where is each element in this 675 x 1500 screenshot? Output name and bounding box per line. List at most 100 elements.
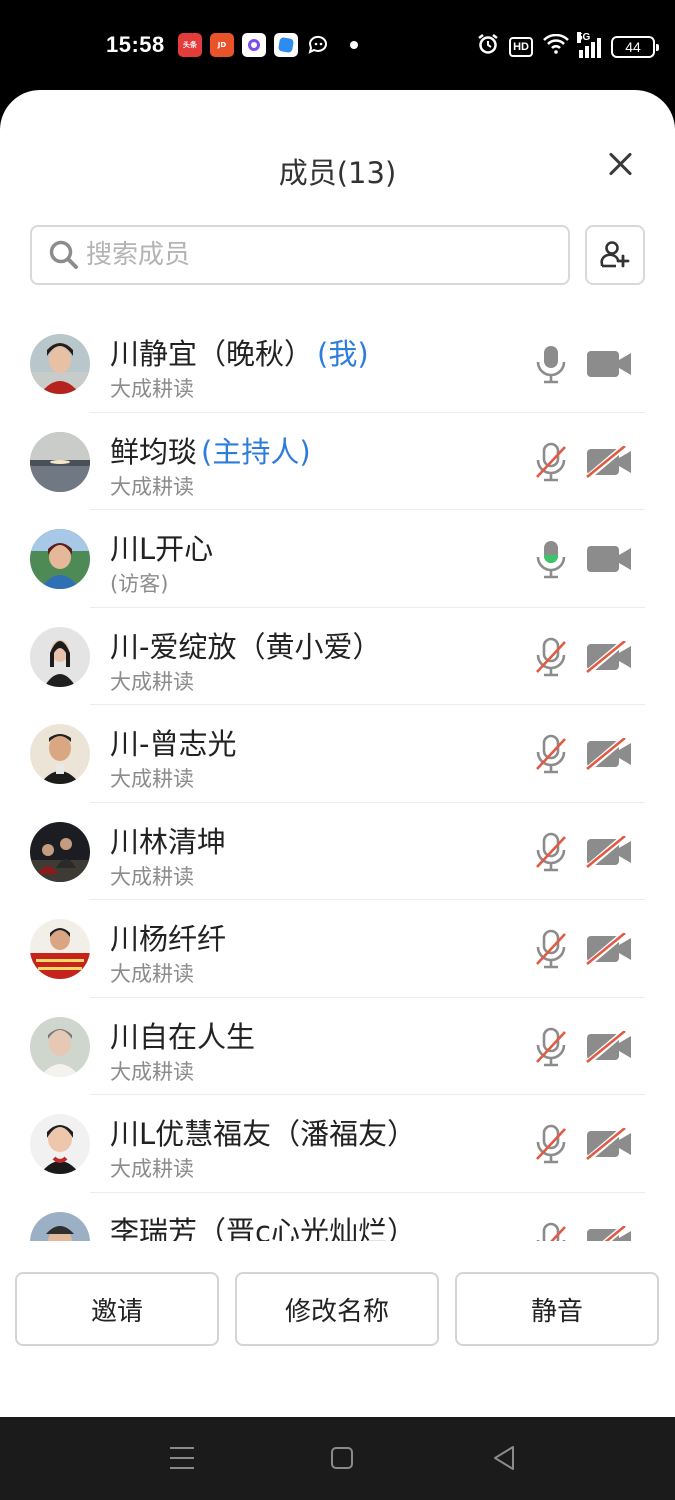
mic-on-icon[interactable] [533, 343, 569, 385]
avatar[interactable] [30, 529, 90, 589]
avatar[interactable] [30, 1016, 90, 1077]
member-name: 川-曾志光 [110, 721, 236, 763]
member-name-text: 川自在人生 [110, 1019, 256, 1054]
action-bar: 邀请 修改名称 静音 [0, 1260, 675, 1350]
member-name-text: 李瑞芳（晋c心光灿烂） [110, 1214, 416, 1242]
camera-off-icon[interactable] [585, 640, 633, 673]
search-input[interactable] [86, 233, 556, 277]
mic-off-icon[interactable] [533, 1026, 569, 1068]
camera-off-icon[interactable] [585, 1128, 633, 1160]
camera-on-icon[interactable] [585, 348, 633, 380]
camera-off-icon[interactable] [585, 445, 633, 478]
wifi-icon [543, 33, 569, 59]
5g-signal-icon: 5G [577, 31, 601, 58]
toutiao-icon: 头条 [178, 33, 202, 57]
member-org: (访客) [110, 572, 169, 596]
member-row[interactable]: 川林清坤 大成耕读 [0, 803, 675, 900]
member-name-text: 川L优慧福友（潘福友） [110, 1117, 417, 1151]
home-icon[interactable] [331, 1447, 353, 1469]
search-box[interactable] [30, 225, 570, 285]
chat-icon [306, 33, 332, 57]
member-row[interactable]: 川L优慧福友（潘福友） 大成耕读 [0, 1095, 675, 1193]
purple-app-icon [242, 33, 266, 57]
member-row[interactable]: 川自在人生 大成耕读 [0, 998, 675, 1095]
alarm-icon [477, 33, 499, 60]
member-name: 川林清坤 [110, 819, 226, 861]
mic-off-icon[interactable] [533, 1221, 569, 1242]
member-name: 川静宜（晚秋） (我) [110, 331, 369, 373]
camera-off-icon[interactable] [585, 835, 633, 868]
mic-off-icon[interactable] [533, 733, 569, 775]
member-row[interactable]: 川静宜（晚秋） (我) 大成耕读 [0, 315, 675, 413]
member-list: 川静宜（晚秋） (我) 大成耕读 鲜均琰 (主持人) 大成耕读 川L开心 (访客) … [0, 315, 675, 1241]
rename-button[interactable]: 修改名称 [235, 1272, 439, 1346]
member-row[interactable]: 李瑞芳（晋c心光灿烂） [0, 1193, 675, 1242]
recent-apps-icon[interactable] [170, 1447, 194, 1469]
battery-icon: 44 [611, 35, 659, 58]
member-org: 大成耕读 [110, 1059, 194, 1084]
avatar[interactable] [30, 1211, 90, 1242]
mute-all-button[interactable]: 静音 [455, 1272, 659, 1346]
more-notifications-dot [350, 41, 358, 49]
avatar[interactable] [30, 626, 90, 687]
hd-icon: HD [509, 36, 533, 57]
invite-button[interactable]: 邀请 [15, 1272, 219, 1346]
member-name-text: 川静宜（晚秋） [110, 337, 314, 371]
mic-speaking-icon[interactable] [533, 538, 569, 580]
avatar[interactable] [30, 1114, 90, 1174]
mic-off-icon[interactable] [533, 1123, 569, 1165]
blue-app-icon [274, 33, 298, 57]
member-row[interactable]: 鲜均琰 (主持人) 大成耕读 [0, 413, 675, 510]
mic-off-icon[interactable] [533, 831, 569, 873]
member-name-text: 川L开心 [110, 532, 214, 566]
member-org: 大成耕读 [110, 864, 194, 889]
member-name-text: 川杨纤纤 [110, 922, 227, 956]
members-sheet: 成员(13) 川静宜（晚秋）(我) 大成耕读 鲜均琰(主持人) 大成耕读 [0, 90, 675, 1417]
avatar[interactable] [30, 431, 90, 492]
member-name: 川自在人生 [110, 1014, 255, 1056]
avatar[interactable] [30, 821, 90, 882]
avatar[interactable] [30, 334, 90, 394]
jd-icon: JD [210, 33, 234, 57]
mic-off-icon[interactable] [533, 928, 569, 970]
camera-off-icon[interactable] [585, 738, 633, 770]
status-bar: 15:58 头条 JD HD 5G 44 [0, 0, 675, 90]
member-org: 大成耕读 [110, 377, 194, 401]
member-org: 大成耕读 [110, 474, 194, 499]
add-user-icon [600, 241, 630, 268]
search-icon [49, 240, 78, 269]
member-name-text: 川-曾志光 [110, 727, 237, 761]
member-name: 川L优慧福友（潘福友） [110, 1111, 416, 1153]
member-row[interactable]: 川-曾志光 大成耕读 [0, 705, 675, 803]
member-name-text: 川林清坤 [110, 824, 227, 859]
mic-off-icon[interactable] [533, 636, 569, 678]
member-name: 川L开心 [110, 526, 213, 568]
close-icon[interactable] [602, 146, 640, 184]
camera-off-icon[interactable] [585, 933, 633, 965]
member-row[interactable]: 川L开心 (访客) [0, 510, 675, 608]
camera-off-icon[interactable] [585, 1225, 633, 1242]
avatar[interactable] [30, 724, 90, 784]
member-role-badge: (我) [317, 337, 369, 371]
member-org: 大成耕读 [110, 767, 194, 791]
member-name-text: 川-爱绽放（黄小爱） [110, 629, 382, 664]
member-row[interactable]: 川-爱绽放（黄小爱） 大成耕读 [0, 608, 675, 705]
back-icon[interactable] [492, 1445, 516, 1471]
member-org: 大成耕读 [110, 962, 194, 986]
add-member-button[interactable] [585, 225, 645, 285]
member-row[interactable]: 川杨纤纤 大成耕读 [0, 900, 675, 998]
camera-off-icon[interactable] [585, 1030, 633, 1063]
avatar[interactable] [30, 919, 90, 979]
member-name: 李瑞芳（晋c心光灿烂） [110, 1209, 416, 1242]
member-org: 大成耕读 [110, 1157, 194, 1181]
member-name: 鲜均琰 (主持人) [110, 429, 311, 471]
member-name: 川杨纤纤 [110, 916, 226, 958]
camera-on-icon[interactable] [585, 543, 633, 575]
sheet-title: 成员(13) [278, 156, 397, 190]
notification-icons: 头条 JD [178, 33, 358, 57]
member-name-text: 鲜均琰 [110, 434, 198, 469]
mic-off-icon[interactable] [533, 441, 569, 483]
system-nav-bar [0, 1417, 675, 1500]
system-indicators: HD 5G 44 [477, 31, 659, 60]
member-name: 川-爱绽放（黄小爱） [110, 624, 381, 666]
